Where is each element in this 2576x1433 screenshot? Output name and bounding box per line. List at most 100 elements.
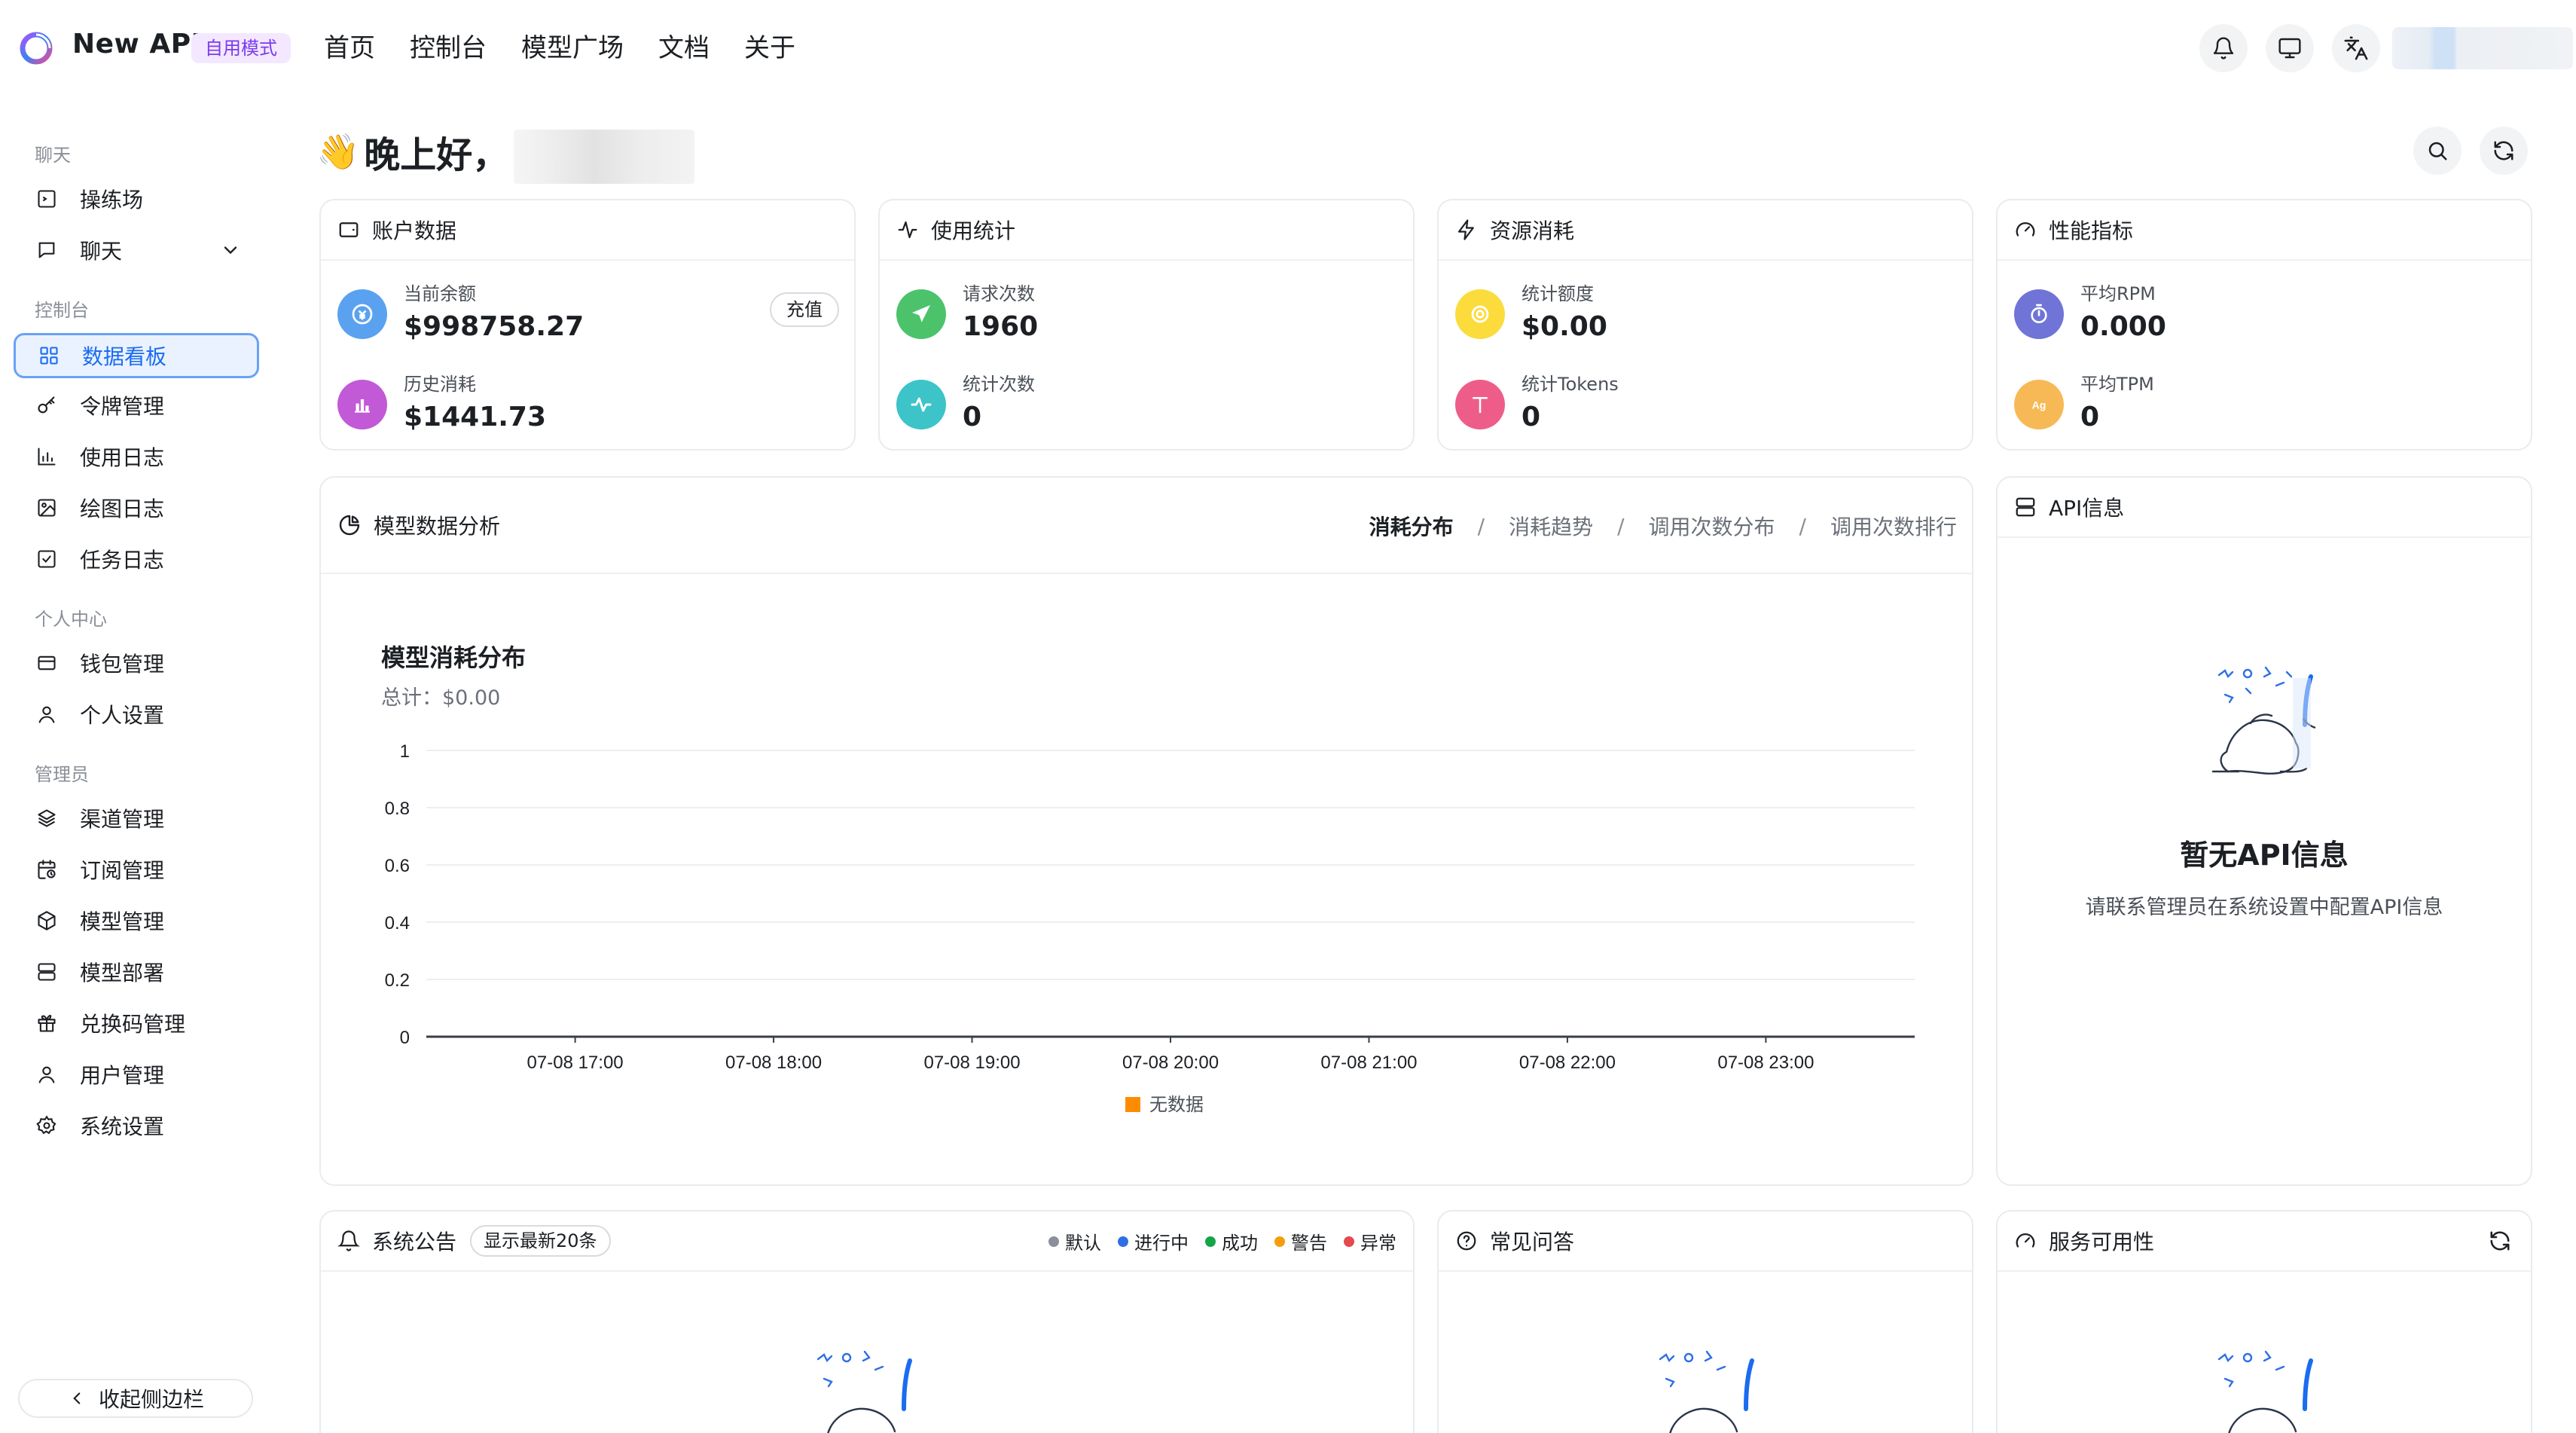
chart-title: 模型消耗分布 (381, 643, 526, 672)
legend-default: 默认 (1048, 1228, 1101, 1254)
section-title-personal: 个人中心 (35, 609, 107, 630)
new-api-logo[interactable] (18, 30, 54, 66)
spent-label: 历史消耗 (404, 374, 476, 395)
sidebar-item-model-deploy[interactable]: 模型部署 (14, 949, 259, 995)
x-tick-label: 07-08 23:00 (1717, 1053, 1814, 1073)
refresh-icon[interactable] (2489, 1230, 2511, 1252)
greeting: 👋 晚上好， (316, 125, 508, 178)
text-t-icon (1455, 380, 1505, 429)
notification-button[interactable] (2199, 24, 2248, 72)
card-header: 服务可用性 (1998, 1211, 2531, 1272)
top-header: New API 自用模式 首页 控制台 模型广场 文档 关于 (0, 0, 2576, 96)
theme-button[interactable] (2266, 24, 2314, 72)
y-tick-label: 0.8 (385, 799, 410, 819)
empty-illustration-icon (2211, 666, 2316, 775)
analysis-tabs: 消耗分布 / 消耗趋势 / 调用次数分布 / 调用次数排行 (1369, 478, 1957, 574)
collapse-sidebar-button[interactable]: 收起侧边栏 (18, 1379, 253, 1418)
user-icon (35, 1062, 59, 1086)
count-stat: 统计次数 0 (896, 374, 1035, 435)
x-tick-label: 07-08 21:00 (1320, 1053, 1417, 1073)
bar-chart-icon (337, 380, 387, 429)
card-title: 系统公告 (372, 1230, 457, 1254)
x-tick-label: 07-08 22:00 (1519, 1053, 1616, 1073)
sidebar-item-subscriptions[interactable]: 订阅管理 (14, 847, 259, 892)
sidebar-item-dashboard[interactable]: 数据看板 (14, 333, 259, 378)
tpm-stat: Ag 平均TPM 0 (2014, 374, 2154, 435)
sidebar-item-wallet[interactable]: 钱包管理 (14, 640, 259, 686)
balance-stat: 当前余额 $998758.27 (337, 283, 584, 345)
sidebar-item-drawing-logs[interactable]: 绘图日志 (14, 485, 259, 530)
bar-chart-icon (35, 445, 59, 469)
y-tick-label: 0.2 (385, 970, 410, 991)
nav-about[interactable]: 关于 (744, 30, 795, 66)
mode-badge: 自用模式 (191, 33, 291, 63)
gift-icon (35, 1011, 59, 1035)
empty-illustration-icon (2217, 1350, 2313, 1433)
tpm-label: 平均TPM (2080, 374, 2154, 395)
sidebar-item-usage-logs[interactable]: 使用日志 (14, 434, 259, 479)
sidebar-item-system-settings[interactable]: 系统设置 (14, 1103, 259, 1148)
tab-separator: / (1617, 513, 1625, 539)
legend-warning: 警告 (1274, 1228, 1327, 1254)
sidebar-item-chat[interactable]: 聊天 (14, 228, 259, 273)
sidebar-item-playground[interactable]: 操练场 (14, 176, 259, 222)
sidebar-item-channels[interactable]: 渠道管理 (14, 796, 259, 841)
tab-call-ranking[interactable]: 调用次数排行 (1830, 511, 1957, 541)
sidebar-item-label: 个人设置 (80, 703, 165, 728)
api-empty-description: 请联系管理员在系统设置中配置API信息 (2085, 896, 2443, 919)
tab-call-distribution[interactable]: 调用次数分布 (1649, 511, 1775, 541)
card-header: 资源消耗 (1439, 200, 1972, 261)
section-title-admin: 管理员 (35, 764, 89, 785)
sidebar-item-models[interactable]: 模型管理 (14, 898, 259, 943)
tab-consumption-distribution[interactable]: 消耗分布 (1369, 511, 1454, 541)
collapse-sidebar-label: 收起侧边栏 (98, 1387, 204, 1412)
sidebar-item-task-logs[interactable]: 任务日志 (14, 536, 259, 582)
key-icon (35, 393, 59, 417)
performance-card: 性能指标 平均RPM 0.000 Ag 平均TPM 0 (1996, 199, 2532, 451)
svg-text:Ag: Ag (2032, 400, 2046, 412)
announcements-card: 系统公告 显示最新20条 默认 进行中 成功 警告 异常 (319, 1210, 1415, 1433)
refresh-button[interactable] (2480, 127, 2528, 175)
card-title: API信息 (2049, 496, 2125, 521)
card-header: 常见问答 (1439, 1211, 1972, 1272)
requests-label: 请求次数 (963, 283, 1035, 304)
tab-consumption-trend[interactable]: 消耗趋势 (1509, 511, 1593, 541)
language-button[interactable] (2332, 24, 2380, 72)
legend-error: 异常 (1344, 1228, 1396, 1254)
sidebar-item-redeem-codes[interactable]: 兑换码管理 (14, 1001, 259, 1046)
card-header: 模型数据分析 消耗分布 / 消耗趋势 / 调用次数分布 / 调用次数排行 (321, 478, 1972, 574)
sidebar-item-tokens[interactable]: 令牌管理 (14, 383, 259, 428)
sidebar-item-label: 系统设置 (80, 1114, 165, 1139)
y-tick-label: 1 (400, 741, 410, 762)
task-check-icon (35, 547, 59, 571)
sidebar-item-label: 订阅管理 (80, 858, 165, 883)
search-icon (2428, 142, 2447, 160)
x-tick-label: 07-08 17:00 (527, 1053, 624, 1073)
section-title-chat: 聊天 (35, 145, 71, 166)
refresh-icon (2494, 141, 2513, 160)
user-avatar-area[interactable] (2392, 27, 2573, 69)
card-header: 使用统计 (880, 200, 1413, 261)
nav-console[interactable]: 控制台 (410, 30, 487, 66)
status-legend: 默认 进行中 成功 警告 异常 (1048, 1228, 1396, 1254)
chevron-down-icon[interactable] (220, 240, 241, 261)
card-title: 资源消耗 (1490, 218, 1575, 243)
recharge-button[interactable]: 充值 (770, 292, 839, 327)
layers-icon (35, 806, 59, 830)
legend-swatch (1125, 1097, 1140, 1112)
latest-20-badge: 显示最新20条 (470, 1225, 611, 1257)
wallet-icon (339, 222, 359, 237)
nav-home[interactable]: 首页 (324, 30, 375, 66)
nav-docs[interactable]: 文档 (658, 30, 710, 66)
user-icon (35, 702, 59, 726)
search-button[interactable] (2413, 127, 2462, 175)
sidebar-item-users[interactable]: 用户管理 (14, 1052, 259, 1097)
sidebar-item-personal-settings[interactable]: 个人设置 (14, 692, 259, 737)
x-tick-label: 07-08 20:00 (1122, 1053, 1219, 1073)
activity-icon (898, 221, 917, 239)
nav-model-square[interactable]: 模型广场 (521, 30, 624, 66)
gauge-icon (2016, 222, 2035, 237)
sidebar-item-label: 聊天 (80, 239, 123, 264)
bell-icon (2213, 37, 2234, 60)
translate-icon (2344, 36, 2368, 60)
